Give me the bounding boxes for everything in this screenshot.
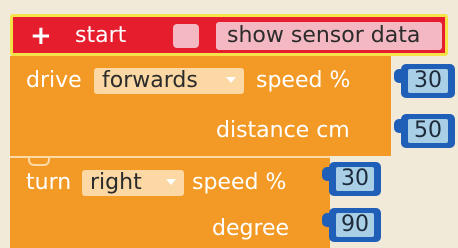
turn-speed-label: speed % <box>192 170 287 195</box>
drive-distance-number-block[interactable]: 50 <box>394 114 455 148</box>
drive-speed-label: speed % <box>256 68 351 93</box>
drive-direction-value: forwards <box>102 68 198 93</box>
drive-distance-input[interactable]: 50 <box>408 119 448 143</box>
plus-icon[interactable]: + <box>30 23 52 49</box>
workspace: + start show sensor data drive forwards … <box>0 0 458 248</box>
turn-degree-number-block[interactable]: 90 <box>322 208 381 242</box>
show-sensor-data-checkbox[interactable] <box>173 24 199 48</box>
drive-label: drive <box>26 68 82 93</box>
turn-direction-dropdown[interactable]: right <box>82 170 184 196</box>
start-block[interactable]: + start show sensor data <box>10 14 448 56</box>
drive-block[interactable]: drive forwards speed % distance cm <box>10 56 391 156</box>
drive-speed-number-block[interactable]: 30 <box>394 64 455 98</box>
puzzle-tab <box>322 213 332 227</box>
drive-speed-input[interactable]: 30 <box>408 69 448 93</box>
puzzle-tab <box>394 69 404 83</box>
drive-distance-label: distance cm <box>216 118 350 143</box>
start-label: start <box>75 23 127 48</box>
show-sensor-data-label[interactable]: show sensor data <box>216 22 442 50</box>
turn-block[interactable]: turn right speed % degree <box>10 156 330 248</box>
connector-notch <box>28 158 50 166</box>
drive-direction-dropdown[interactable]: forwards <box>94 68 244 94</box>
puzzle-tab <box>322 167 332 181</box>
turn-direction-value: right <box>90 170 142 195</box>
turn-degree-input[interactable]: 90 <box>336 213 374 237</box>
chevron-down-icon <box>166 179 176 185</box>
turn-degree-label: degree <box>212 216 290 241</box>
turn-speed-number-block[interactable]: 30 <box>322 162 381 196</box>
chevron-down-icon <box>226 77 236 83</box>
turn-speed-input[interactable]: 30 <box>336 167 374 191</box>
puzzle-tab <box>394 119 404 133</box>
turn-label: turn <box>26 170 72 195</box>
